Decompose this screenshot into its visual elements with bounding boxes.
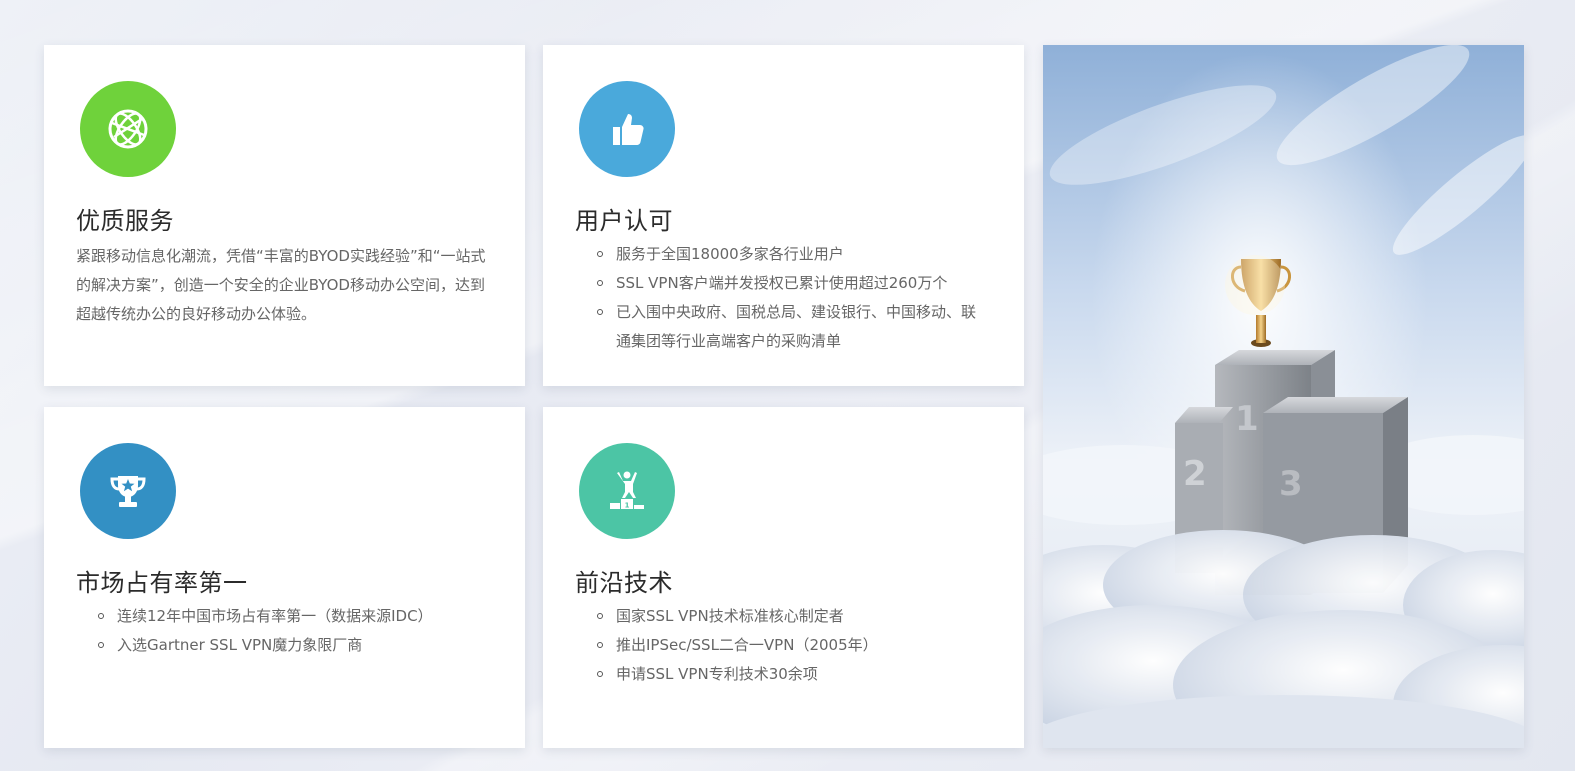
card-title: 用户认可 [575, 207, 673, 235]
list-item: 申请SSL VPN专利技术30余项 [597, 660, 986, 689]
feature-list: 国家SSL VPN技术标准核心制定者 推出IPSec/SSL二合一VPN（200… [575, 602, 986, 689]
list-item: 推出IPSec/SSL二合一VPN（2005年） [597, 631, 986, 660]
list-item: 服务于全国18000多家各行业用户 [597, 240, 986, 269]
svg-text:1: 1 [625, 502, 630, 510]
list-item: 已入围中央政府、国税总局、建设银行、中国移动、联通集团等行业高端客户的采购清单 [597, 298, 986, 356]
list-item: 连续12年中国市场占有率第一（数据来源IDC） [98, 602, 487, 631]
technology-icon-badge: 1 [579, 443, 675, 539]
list-item: SSL VPN客户端并发授权已累计使用超过260万个 [597, 269, 986, 298]
card-description: 紧跟移动信息化潮流，凭借“丰富的BYOD实践经验”和“一站式的解决方案”，创造一… [76, 247, 486, 323]
list-item: 国家SSL VPN技术标准核心制定者 [597, 602, 986, 631]
recognition-icon-badge [579, 81, 675, 177]
thumbs-up-icon [613, 114, 644, 145]
quality-icon-badge [80, 81, 176, 177]
service-card-market-share: 市场占有率第一 连续12年中国市场占有率第一（数据来源IDC） 入选Gartne… [44, 407, 525, 748]
card-title: 前沿技术 [575, 569, 673, 597]
svg-text:2: 2 [1183, 454, 1207, 494]
service-card-recognition: 用户认可 服务于全国18000多家各行业用户 SSL VPN客户端并发授权已累计… [543, 45, 1024, 386]
list-item: 入选Gartner SSL VPN魔力象限厂商 [98, 631, 487, 660]
feature-list: 连续12年中国市场占有率第一（数据来源IDC） 入选Gartner SSL VP… [76, 602, 487, 660]
trophy-icon [110, 476, 146, 507]
svg-text:3: 3 [1279, 464, 1303, 504]
service-card-quality: 优质服务 紧跟移动信息化潮流，凭借“丰富的BYOD实践经验”和“一站式的解决方案… [44, 45, 525, 386]
card-title: 优质服务 [76, 207, 174, 235]
podium-winner-icon: 1 [610, 471, 644, 510]
globe-icon [108, 109, 148, 149]
svg-text:1: 1 [1235, 399, 1259, 439]
card-title: 市场占有率第一 [76, 569, 248, 597]
trophy-podium-clouds-image: 1 2 3 [1043, 45, 1524, 748]
feature-list: 服务于全国18000多家各行业用户 SSL VPN客户端并发授权已累计使用超过2… [575, 240, 986, 356]
market-icon-badge [80, 443, 176, 539]
service-card-technology: 1 前沿技术 国家SSL VPN技术标准核心制定者 推出IPSec/SSL二合一… [543, 407, 1024, 748]
